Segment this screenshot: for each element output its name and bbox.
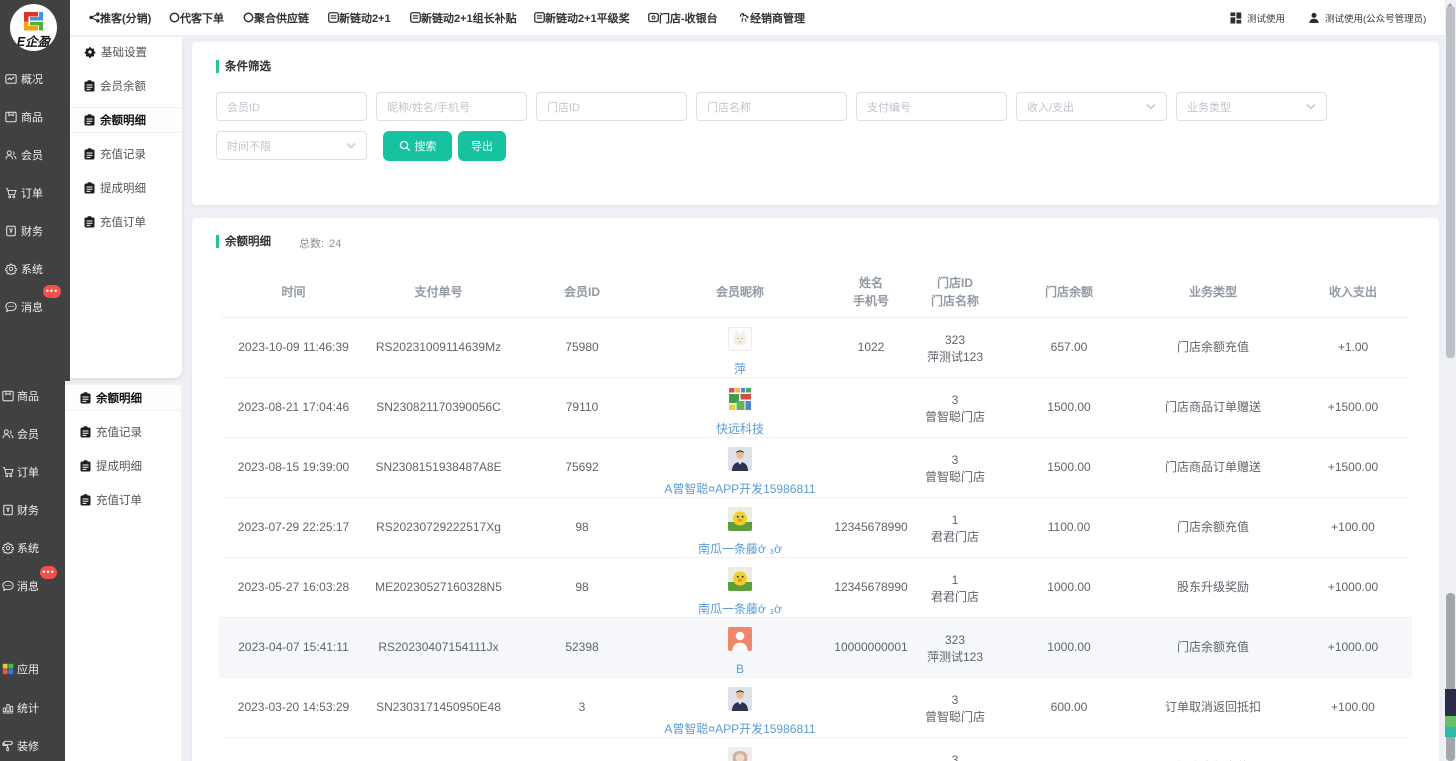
svg-text:E企盈: E企盈 [17, 35, 52, 49]
